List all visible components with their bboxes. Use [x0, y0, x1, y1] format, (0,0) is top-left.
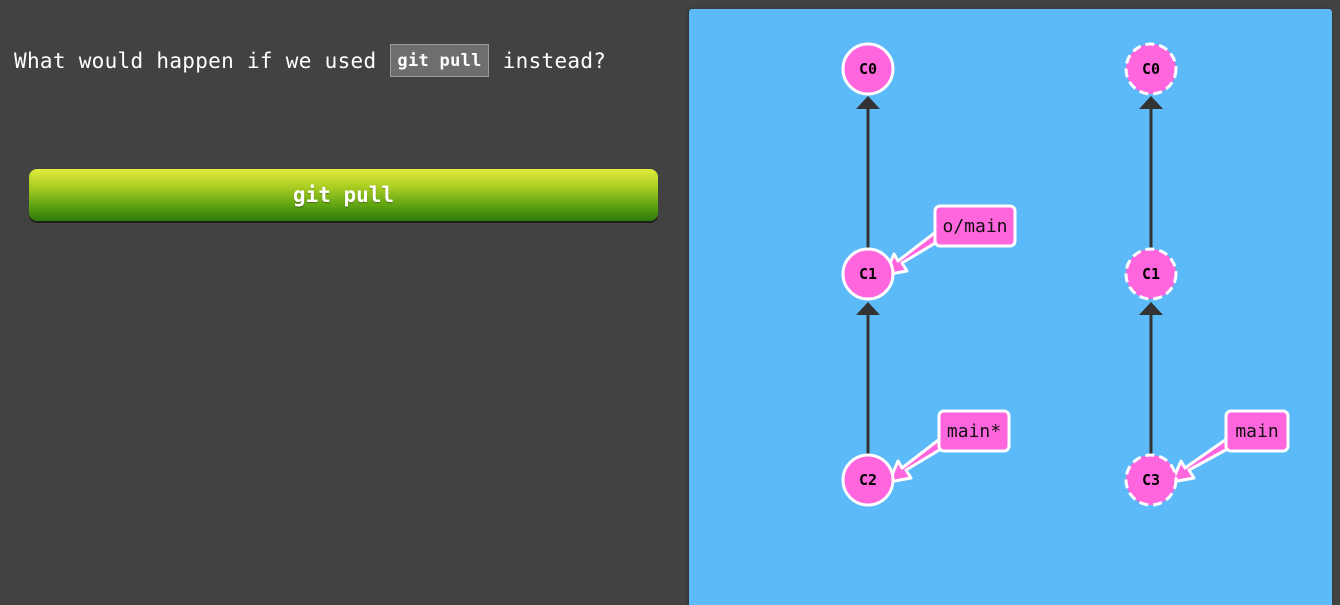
edge-arrowhead — [856, 96, 880, 109]
inline-code-command: git pull — [390, 44, 489, 77]
git-pull-command-button[interactable]: git pull — [29, 169, 658, 221]
branch-pointer-arrow — [887, 436, 948, 484]
commit-label: C0 — [1142, 60, 1160, 78]
git-visualization-canvas: o/main main* main C0 C1 C2 C0 C1 C3 — [689, 9, 1332, 605]
prompt-text-before: What would happen if we used — [14, 48, 377, 73]
branch-label: main — [1235, 421, 1278, 442]
lesson-prompt: What would happen if we used git pull in… — [14, 44, 606, 77]
commit-node-c2[interactable]: C2 — [841, 453, 895, 507]
branch-label: main* — [947, 421, 1001, 442]
lesson-panel: What would happen if we used git pull in… — [0, 0, 689, 605]
commit-node-c0[interactable]: C0 — [841, 42, 895, 96]
commit-label: C1 — [859, 265, 877, 283]
commit-label: C0 — [859, 60, 877, 78]
branch-o-main[interactable]: o/main — [883, 204, 1017, 277]
commit-label: C3 — [1142, 471, 1160, 489]
commit-label: C2 — [859, 471, 877, 489]
remote-commit-node-c3[interactable]: C3 — [1124, 453, 1178, 507]
commit-label: C1 — [1142, 265, 1160, 283]
edge-arrowhead — [856, 302, 880, 315]
prompt-text-after: instead? — [502, 48, 607, 73]
edge-arrowhead — [1139, 302, 1163, 315]
edge-arrowhead — [1139, 96, 1163, 109]
branch-main-star[interactable]: main* — [887, 409, 1011, 484]
remote-commit-node-c1[interactable]: C1 — [1124, 247, 1178, 301]
branch-pointer-arrow — [1170, 436, 1235, 484]
commit-graph: o/main main* main C0 C1 C2 C0 C1 C3 — [841, 42, 1290, 507]
remote-commit-node-c0[interactable]: C0 — [1124, 42, 1178, 96]
commit-node-c1[interactable]: C1 — [841, 247, 895, 301]
branch-label: o/main — [942, 216, 1007, 237]
branch-remote-main[interactable]: main — [1170, 409, 1290, 484]
